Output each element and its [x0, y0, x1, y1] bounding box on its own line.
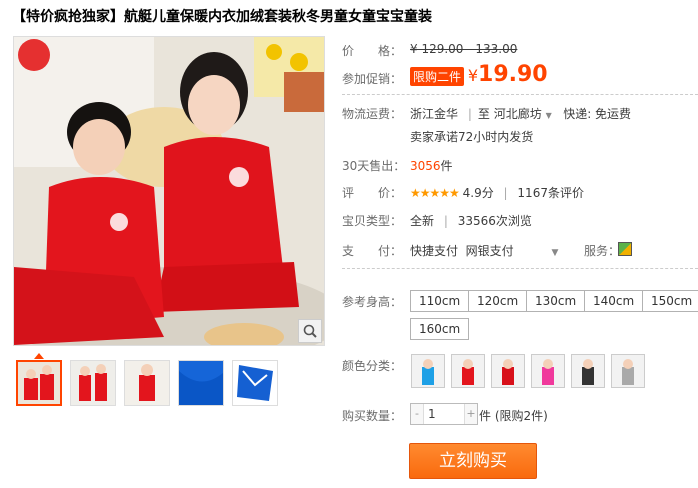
thumbnail-list: [16, 360, 278, 406]
promo-label: 参加促销：: [342, 72, 403, 86]
ship-from: 浙江金华: [410, 107, 459, 121]
quantity-limit-note: 件 (限购2件): [479, 409, 548, 423]
ship-promise: 卖家承诺72小时内发货: [410, 130, 534, 144]
separator: |: [503, 186, 508, 200]
item-type-info: 全新 | 33566次浏览: [410, 212, 532, 229]
size-option[interactable]: 120cm: [468, 290, 528, 312]
thumb-active-indicator: [34, 353, 44, 359]
size-option[interactable]: 140cm: [584, 290, 644, 312]
service-label: 服务：: [584, 244, 621, 258]
shipping-info: 浙江金华 | 至 河北廊坊 ▼ 快递: 免运费: [410, 105, 631, 122]
item-condition: 全新: [410, 214, 435, 228]
view-count: 33566次浏览: [457, 214, 532, 228]
color-option-gray[interactable]: [611, 354, 645, 388]
quantity-label: 购买数量：: [342, 409, 403, 423]
separator: |: [443, 214, 448, 228]
divider: [342, 94, 698, 95]
color-option-red-boy[interactable]: [491, 354, 525, 388]
zoom-button[interactable]: [298, 319, 322, 343]
size-option[interactable]: 160cm: [410, 318, 470, 340]
review-count-link[interactable]: 1167条评价: [517, 186, 584, 200]
rating-label: 评 价：: [342, 186, 403, 200]
shipping-label: 物流运费：: [342, 107, 403, 121]
thumbnail-5[interactable]: [232, 360, 278, 406]
rating-score: 4.9分: [462, 186, 494, 200]
color-label: 颜色分类：: [342, 359, 403, 373]
payment-dropdown[interactable]: ▼: [552, 248, 559, 258]
quantity-increase-button[interactable]: +: [465, 404, 477, 424]
product-main-image[interactable]: [13, 36, 325, 346]
thumbnail-4[interactable]: [178, 360, 224, 406]
thumbnail-2[interactable]: [70, 360, 116, 406]
sales-label: 30天售出：: [342, 159, 406, 173]
shipping-fee: 快递: 免运费: [563, 107, 632, 121]
sales-count: 3056: [410, 159, 441, 173]
thumbnail-3[interactable]: [124, 360, 170, 406]
quick-pay: 快捷支付: [410, 244, 459, 258]
quantity-decrease-button[interactable]: -: [411, 404, 423, 424]
size-option[interactable]: 150cm: [642, 290, 698, 312]
sales-count-wrap: 3056件: [410, 157, 453, 174]
ship-to-city: 河北廊坊: [493, 107, 542, 121]
color-option-pink[interactable]: [531, 354, 565, 388]
promo-amount: 19.90: [478, 62, 548, 87]
quantity-input[interactable]: 1: [423, 404, 465, 424]
size-label: 参考身高：: [342, 295, 403, 309]
size-option[interactable]: 110cm: [410, 290, 470, 312]
bank-pay: 网银支付: [465, 244, 514, 258]
sales-unit: 件: [440, 159, 453, 173]
item-type-label: 宝贝类型：: [342, 214, 403, 228]
color-option-red-girl[interactable]: [451, 354, 485, 388]
currency-symbol: ¥: [467, 66, 479, 85]
product-title: 【特价疯抢独家】航艇儿童保暖内衣加绒套装秋冬男童女童宝宝童装: [12, 9, 432, 25]
service-badge-icon[interactable]: [618, 242, 632, 256]
color-option-black[interactable]: [571, 354, 605, 388]
product-photo: [14, 37, 324, 345]
magnifier-icon: [303, 324, 317, 338]
promo-badge: 限购二件: [410, 67, 465, 86]
chevron-down-icon: ▼: [545, 111, 552, 120]
rating-info: ★★★★★ 4.9分 | 1167条评价: [410, 184, 584, 201]
ship-to-select[interactable]: 河北廊坊 ▼: [494, 107, 552, 121]
size-option[interactable]: 130cm: [526, 290, 586, 312]
quantity-stepper: - 1 +: [410, 403, 478, 425]
star-rating-icon: ★★★★★: [410, 186, 460, 200]
buy-now-button[interactable]: 立刻购买: [409, 443, 537, 479]
payment-label: 支 付：: [342, 244, 403, 258]
payment-methods: 快捷支付 网银支付 ▼: [410, 242, 558, 259]
ship-to-prefix: 至: [477, 107, 490, 121]
original-price: ¥ 129.00 - 133.00: [410, 42, 518, 56]
divider: [342, 268, 698, 269]
separator: |: [467, 107, 472, 121]
promo-price: 限购二件 ¥19.90: [410, 62, 548, 87]
price-label: 价 格：: [342, 44, 403, 58]
thumbnail-1[interactable]: [16, 360, 62, 406]
color-option-blue[interactable]: [411, 354, 445, 388]
